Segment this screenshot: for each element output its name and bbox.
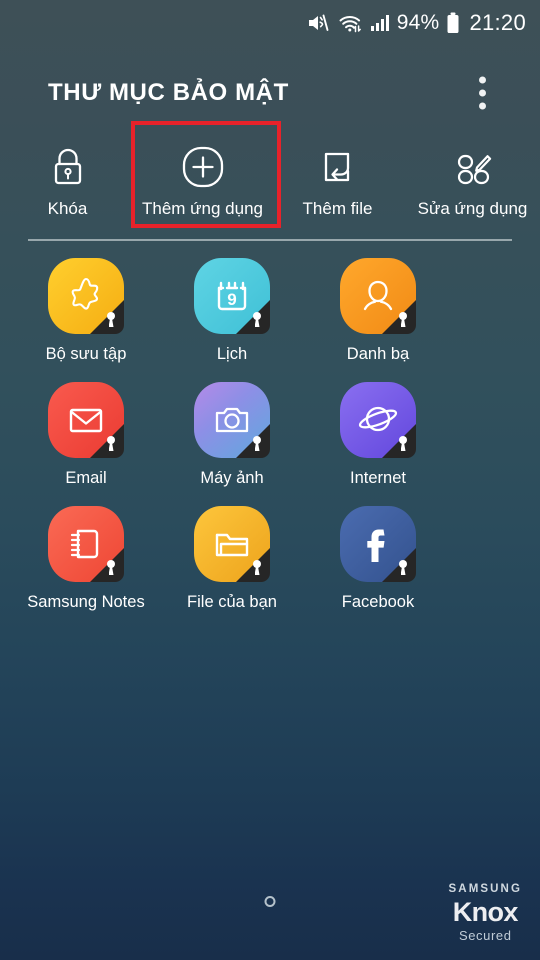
- app-icon-wrap: [340, 382, 416, 458]
- camera-icon: [194, 382, 270, 458]
- app-label: Internet: [350, 469, 406, 487]
- my-files-icon: [194, 506, 270, 582]
- knox-status-label: Secured: [458, 928, 512, 943]
- app-icon-wrap: [340, 506, 416, 582]
- app-icon-wrap: [48, 382, 124, 458]
- toolbar-item-lock-label: Khóa: [47, 199, 88, 218]
- app-label: Máy ảnh: [200, 469, 264, 487]
- app-label: Samsung Notes: [27, 593, 145, 611]
- action-toolbar: Khóa Thêm ứng dụng Thêm file Sửa ứng dụn…: [0, 128, 540, 238]
- contacts-icon: [340, 258, 416, 334]
- battery-full-icon: [446, 12, 460, 34]
- app-item-my-files[interactable]: File của bạn: [172, 506, 292, 612]
- email-icon: [48, 382, 124, 458]
- battery-percent-label: 94%: [396, 11, 440, 34]
- app-icon-wrap: [194, 382, 270, 458]
- app-header: THƯ MỤC BẢO MẬT: [0, 60, 540, 126]
- app-icon-wrap: 9: [194, 258, 270, 334]
- knox-name-label: Knox: [452, 897, 519, 927]
- page-title: THƯ MỤC BẢO MẬT: [48, 79, 289, 106]
- app-item-gallery[interactable]: Bộ sưu tập: [26, 258, 146, 364]
- toolbar-item-lock[interactable]: Khóa: [0, 128, 135, 238]
- app-icon-wrap: [48, 506, 124, 582]
- toolbar-divider: [28, 239, 512, 241]
- internet-icon: [340, 382, 416, 458]
- toolbar-item-add-file-label: Thêm file: [302, 199, 373, 218]
- toolbar-item-add-apps-label: Thêm ứng dụng: [141, 199, 263, 218]
- mute-icon: [307, 13, 331, 33]
- app-item-email[interactable]: Email: [26, 382, 146, 488]
- app-item-contacts[interactable]: Danh bạ: [318, 258, 438, 364]
- app-item-facebook[interactable]: Facebook: [318, 506, 438, 612]
- svg-text:9: 9: [227, 290, 236, 309]
- app-label: File của bạn: [187, 593, 277, 611]
- calendar-icon: 9: [194, 258, 270, 334]
- padlock-icon: [48, 143, 88, 191]
- app-grid: Bộ sưu tập 9 Lịch Danh bạ Email Máy ảnh …: [0, 258, 540, 630]
- status-bar: 94% 21:20: [0, 0, 540, 46]
- home-dot-icon[interactable]: [264, 896, 276, 907]
- knox-watermark: SAMSUNG Knox Secured: [448, 882, 522, 943]
- samsung-notes-icon: [48, 506, 124, 582]
- app-label: Danh bạ: [346, 345, 410, 363]
- add-file-icon: [317, 143, 359, 191]
- status-clock: 21:20: [469, 10, 526, 35]
- plus-circle-icon: [180, 143, 226, 191]
- app-icon-wrap: [48, 258, 124, 334]
- edit-apps-icon: [451, 143, 495, 191]
- app-label: Facebook: [341, 593, 415, 611]
- toolbar-item-add-apps[interactable]: Thêm ứng dụng: [135, 128, 270, 238]
- app-item-internet[interactable]: Internet: [318, 382, 438, 488]
- app-icon-wrap: [194, 506, 270, 582]
- app-item-calendar[interactable]: 9 Lịch: [172, 258, 292, 364]
- app-label: Email: [65, 469, 107, 487]
- toolbar-item-edit-apps-label: Sửa ứng dụng: [417, 199, 528, 218]
- toolbar-item-add-file[interactable]: Thêm file: [270, 128, 405, 238]
- toolbar-item-edit-apps[interactable]: Sửa ứng dụng: [405, 128, 540, 238]
- wifi-transfer-icon: [338, 13, 363, 33]
- gallery-icon: [48, 258, 124, 334]
- facebook-icon: [340, 506, 416, 582]
- app-item-samsung-notes[interactable]: Samsung Notes: [26, 506, 146, 612]
- signal-bars-icon: [370, 13, 390, 33]
- app-item-camera[interactable]: Máy ảnh: [172, 382, 292, 488]
- knox-brand-label: SAMSUNG: [448, 882, 522, 895]
- app-label: Lịch: [216, 345, 248, 363]
- more-vertical-icon[interactable]: [476, 71, 488, 116]
- app-icon-wrap: [340, 258, 416, 334]
- app-label: Bộ sưu tập: [45, 345, 127, 363]
